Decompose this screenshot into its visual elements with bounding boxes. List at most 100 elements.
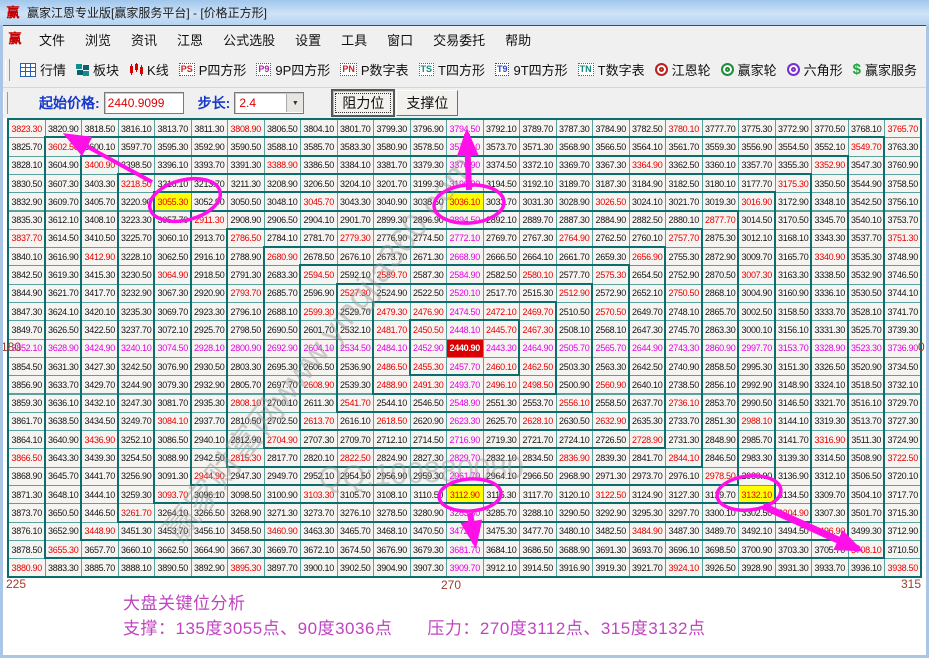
price-cell: 2594.50	[300, 265, 338, 284]
price-cell: 3564.10	[629, 137, 667, 156]
price-cell: 3883.30	[45, 558, 83, 577]
price-cell: 2846.50	[702, 448, 740, 467]
price-cell: 3784.90	[592, 119, 630, 138]
price-cell: 3088.90	[154, 448, 192, 467]
price-cell: 2688.10	[264, 302, 302, 321]
price-cell: 3350.50	[811, 174, 849, 193]
price-cell: 2568.10	[592, 320, 630, 339]
price-cell: 3878.50	[8, 540, 46, 559]
price-cell: 3220.90	[118, 192, 156, 211]
toolbar-item[interactable]: P99P四方形	[251, 60, 335, 79]
toolbar-item[interactable]: PSP四方形	[174, 60, 252, 79]
toolbar-item[interactable]: PNP数字表	[335, 60, 413, 79]
p9-badge-icon: P9	[256, 63, 271, 76]
price-cell: 2824.90	[373, 448, 411, 467]
menu-item[interactable]: 交易委托	[423, 27, 495, 52]
price-cell: 3014.50	[738, 211, 776, 230]
price-cell: 3796.90	[410, 119, 448, 138]
price-cell: 3700.90	[738, 540, 776, 559]
price-cell: 3480.10	[556, 522, 594, 541]
price-cell: 2683.30	[264, 265, 302, 284]
price-cell: 3722.50	[884, 448, 922, 467]
menu-item[interactable]: 工具	[331, 27, 377, 52]
price-cell: 2589.70	[373, 265, 411, 284]
price-cell: 3792.10	[483, 119, 521, 138]
price-cell: 3866.50	[8, 448, 46, 467]
toolbar-item[interactable]: K线	[124, 60, 174, 79]
toolbar-item[interactable]: 行情	[15, 60, 71, 79]
price-cell: 3264.10	[154, 503, 192, 522]
title-bar[interactable]: 赢 赢家江恩专业版[赢家服务平台] - [价格正方形]	[0, 0, 929, 26]
price-cell: 2692.90	[264, 339, 302, 358]
price-cell: 3902.50	[337, 558, 375, 577]
toolbar-item[interactable]: $赢家服务	[848, 60, 922, 79]
menu-items: 文件浏览资讯江恩公式选股设置工具窗口交易委托帮助	[29, 27, 541, 52]
price-cell: 3592.90	[191, 137, 229, 156]
price-cell: 3266.50	[191, 503, 229, 522]
price-cell: 3832.90	[8, 192, 46, 211]
price-cell: 3835.30	[8, 211, 46, 230]
resistance-button[interactable]: 阻力位	[332, 90, 394, 116]
price-cell: 3552.10	[811, 137, 849, 156]
price-cell: 3153.70	[775, 339, 813, 358]
controls-grip[interactable]	[3, 92, 8, 114]
support-button[interactable]: 支撑位	[396, 90, 458, 116]
price-cell: 2510.50	[556, 302, 594, 321]
analysis-levels: 支撑：135度3055点、90度3036点 压力：270度3112点、315度3…	[123, 616, 706, 641]
price-cell: 3636.10	[45, 394, 83, 413]
price-cell: 3664.90	[191, 540, 229, 559]
price-cell: 2992.90	[738, 375, 776, 394]
price-cell: 3736.90	[884, 339, 922, 358]
price-cell: 3441.70	[81, 467, 119, 486]
price-cell: 3825.70	[8, 137, 46, 156]
toolbar-item[interactable]: 六角形	[782, 60, 848, 79]
menu-item[interactable]: 窗口	[377, 27, 423, 52]
price-cell: 3871.30	[8, 485, 46, 504]
price-cell: 3213.70	[191, 174, 229, 193]
price-cell: 2702.50	[264, 412, 302, 431]
price-cell: 2618.50	[373, 412, 411, 431]
price-cell: 3568.90	[556, 137, 594, 156]
price-cell: 3446.50	[81, 503, 119, 522]
toolbar-item[interactable]: T99T四方形	[490, 60, 573, 79]
price-cell: 3648.10	[45, 485, 83, 504]
menu-item[interactable]: 文件	[29, 27, 75, 52]
price-cell: 2932.90	[191, 375, 229, 394]
start-price-label: 起始价格:	[39, 93, 100, 113]
price-cell: 2762.50	[592, 229, 630, 248]
price-cell: 3938.50	[884, 558, 922, 577]
menu-item[interactable]: 公式选股	[213, 27, 285, 52]
toolbar-item[interactable]: 江恩轮	[650, 60, 716, 79]
price-cell: 2716.90	[446, 430, 484, 449]
price-cell: 2560.90	[592, 375, 630, 394]
price-cell: 2697.70	[264, 375, 302, 394]
toolbar-item[interactable]: TNT数字表	[573, 60, 650, 79]
price-cell: 2623.30	[446, 412, 484, 431]
price-cell: 2690.50	[264, 320, 302, 339]
price-cell: 3192.10	[519, 174, 557, 193]
price-cell: 3847.30	[8, 302, 46, 321]
price-cell: 2882.50	[629, 211, 667, 230]
price-cell: 2517.70	[483, 284, 521, 303]
combo-dropdown-button[interactable]: ▼	[286, 94, 303, 112]
price-cell: 2834.50	[519, 448, 557, 467]
price-cell: 3038.50	[410, 192, 448, 211]
step-combo[interactable]: 2.4 ▼	[234, 92, 304, 114]
menu-item[interactable]: 帮助	[495, 27, 541, 52]
toolbar-item[interactable]: 板块	[71, 60, 124, 79]
menu-item[interactable]: 资讯	[121, 27, 167, 52]
menu-item[interactable]: 江恩	[167, 27, 213, 52]
toolbar-item[interactable]: TST四方形	[414, 60, 490, 79]
price-cell: 3660.10	[118, 540, 156, 559]
price-cell: 3916.90	[556, 558, 594, 577]
gann-wheel-icon	[655, 63, 668, 76]
price-cell: 3259.30	[118, 485, 156, 504]
price-cell: 2815.30	[227, 448, 265, 467]
toolbar-item[interactable]: 赢家轮	[716, 60, 782, 79]
menu-item[interactable]: 设置	[285, 27, 331, 52]
menu-item[interactable]: 浏览	[75, 27, 121, 52]
start-price-input[interactable]	[104, 92, 184, 114]
toolbar-grip[interactable]	[5, 59, 10, 81]
price-cell: 3892.90	[191, 558, 229, 577]
price-cell: 2980.90	[738, 467, 776, 486]
